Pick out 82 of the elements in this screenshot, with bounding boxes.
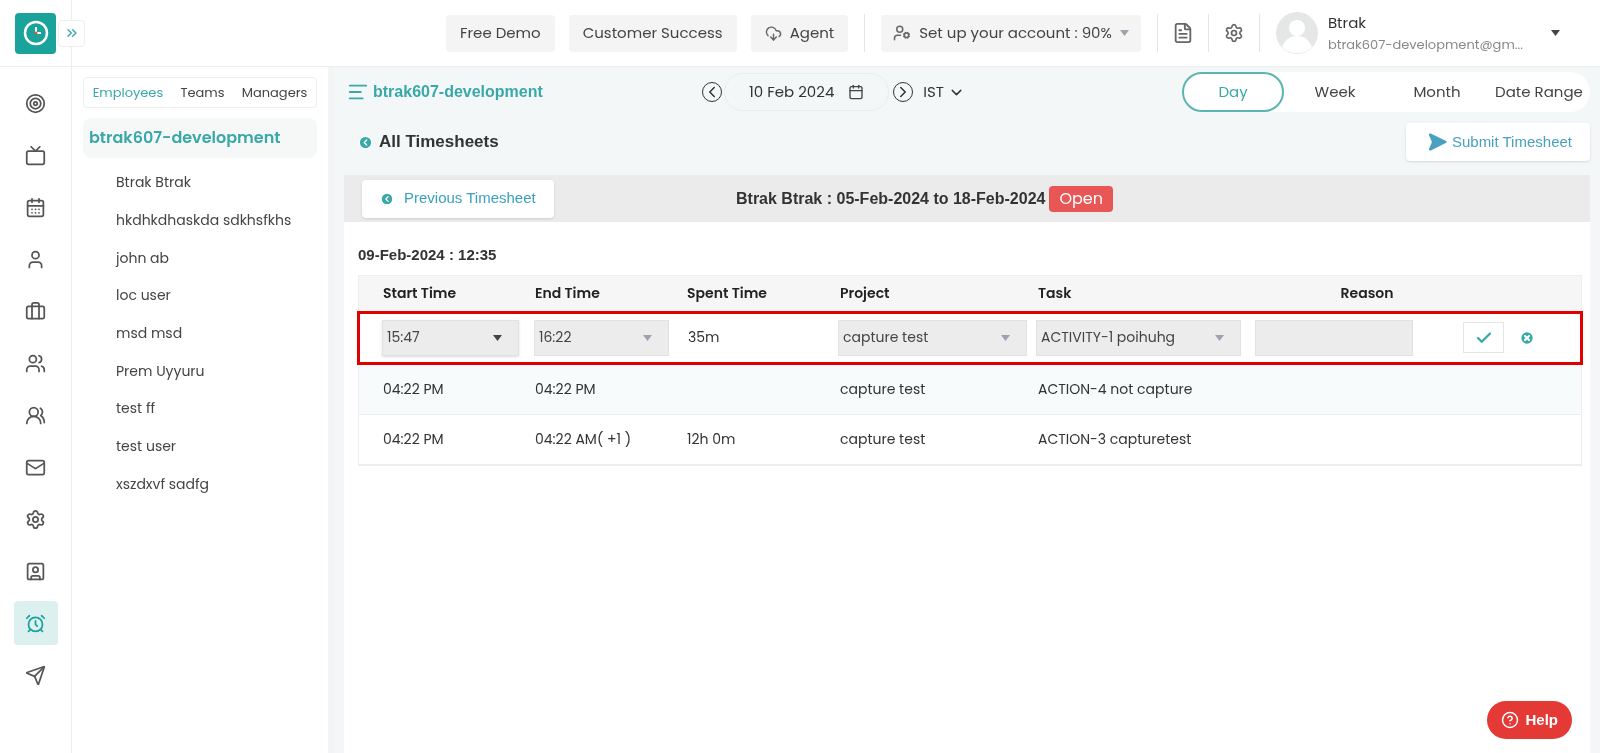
select-value: 16:22	[539, 327, 572, 348]
column-header: Spent Time	[687, 282, 768, 304]
table-cell-text: ACTION-3 capturetest	[1038, 428, 1193, 450]
back-icon	[380, 191, 394, 206]
status-badge: Open	[1049, 185, 1113, 212]
select-field[interactable]: ACTIVITY-1 poihuhg	[1036, 319, 1241, 356]
send-icon	[25, 664, 46, 686]
caret-icon	[1001, 334, 1010, 341]
reason-field[interactable]	[1255, 319, 1413, 356]
nav-item[interactable]	[13, 601, 58, 645]
cancel-icon[interactable]	[1519, 329, 1535, 346]
date-heading: 09-Feb-2024 : 12:35	[358, 245, 498, 265]
column-header: Reason	[1339, 282, 1395, 304]
employee-item[interactable]: loc user	[116, 277, 317, 315]
date-field[interactable]: 10 Feb 2024	[724, 73, 890, 111]
table-cell-text: 04:22 PM	[535, 378, 597, 400]
cloud-download-icon	[764, 24, 782, 42]
employee-item[interactable]: john ab	[116, 239, 317, 278]
table-cell-text: capture test	[840, 378, 927, 400]
column-header: Start Time	[383, 282, 458, 304]
target-icon	[25, 92, 46, 114]
topbar-button[interactable]: Agent	[750, 14, 849, 52]
people-tab[interactable]: Teams	[176, 82, 229, 103]
caret-icon	[1215, 334, 1224, 341]
select-field[interactable]: capture test	[838, 319, 1027, 356]
column-header: Task	[1038, 282, 1073, 304]
table-cell-text: 04:22 AM( +1 )	[535, 428, 633, 450]
employee-item[interactable]: test ff	[116, 390, 317, 428]
user-settings-icon	[893, 24, 912, 42]
save-button[interactable]	[1463, 322, 1504, 353]
caret-icon	[1119, 30, 1129, 36]
column-header: End Time	[535, 282, 601, 304]
caret-icon	[493, 334, 502, 341]
calendar-icon	[25, 196, 46, 218]
table-cell-text: capture test	[840, 428, 927, 450]
view-tab[interactable]: Date Range	[1488, 72, 1590, 112]
select-field[interactable]: 15:47	[382, 319, 519, 356]
settings-icon[interactable]	[1223, 23, 1244, 43]
select-value: capture test	[843, 327, 929, 348]
topbar-button[interactable]: Free Demo	[445, 14, 555, 52]
people-tab[interactable]: Managers	[237, 82, 312, 103]
employee-item[interactable]: Prem Uyyuru	[116, 352, 317, 391]
table-cell-text: 35m	[687, 327, 721, 348]
setup-account-button[interactable]: Set up your account : 90%	[881, 14, 1141, 52]
tv-icon	[25, 144, 46, 166]
calendar-icon	[848, 84, 865, 100]
select-value: 15:47	[387, 327, 420, 348]
caret-icon	[643, 334, 652, 341]
timesheet-title: Btrak Btrak : 05-Feb-2024 to 18-Feb-2024	[736, 188, 1046, 209]
caret-icon	[1551, 30, 1560, 36]
user-email: btrak607-development@gm...	[1327, 34, 1523, 54]
back-link[interactable]: All Timesheets	[358, 129, 499, 155]
table-cell-text: ACTION-4 not capture	[1038, 378, 1194, 400]
table-cell-text: 04:22 PM	[383, 428, 445, 450]
view-tab[interactable]: Month	[1386, 72, 1488, 112]
employee-item[interactable]: xszdxvf sadfg	[116, 465, 317, 504]
employee-item[interactable]: hkdhkdhaskda sdkhsfkhs	[116, 201, 317, 240]
table-cell-text: 04:22 PM	[383, 378, 445, 400]
clock-logo-icon	[21, 19, 50, 47]
topbar-button[interactable]: Customer Success	[568, 14, 737, 52]
help-button[interactable]: Help	[1487, 701, 1572, 739]
alarm-clock-icon	[25, 612, 46, 634]
date-value: 10 Feb 2024	[749, 80, 835, 104]
timezone-select[interactable]: IST	[923, 80, 965, 104]
users-icon	[25, 352, 46, 374]
person-icon	[25, 560, 46, 582]
back-icon	[358, 134, 373, 150]
employee-item[interactable]: test user	[116, 427, 317, 466]
employee-item[interactable]: Btrak Btrak	[116, 164, 317, 202]
settings-icon	[25, 508, 46, 530]
briefcase-icon	[25, 300, 46, 322]
select-value: ACTIVITY-1 poihuhg	[1041, 327, 1176, 348]
help-icon	[1501, 711, 1520, 729]
select-field[interactable]: 16:22	[534, 319, 669, 356]
employee-item[interactable]: msd msd	[116, 314, 317, 353]
group-icon	[25, 404, 46, 426]
page-title: btrak607-development	[373, 82, 543, 102]
logo[interactable]	[15, 12, 56, 54]
view-tab[interactable]: Week	[1284, 72, 1386, 112]
column-header: Project	[840, 282, 891, 304]
user-name: Btrak	[1327, 12, 1368, 35]
table-cell: 12h 0m	[687, 429, 736, 449]
